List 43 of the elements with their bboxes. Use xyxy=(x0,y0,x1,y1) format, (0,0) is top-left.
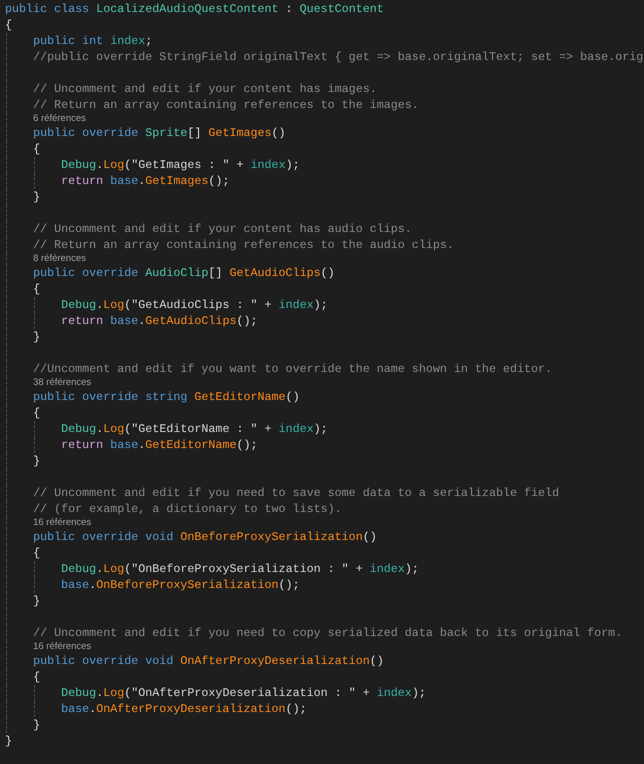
code-line: { xyxy=(5,17,12,33)
code-comment: // Uncomment and edit if you need to copy serialized data back to its original form. xyxy=(33,625,622,641)
code-line: public override void OnBeforeProxySerialization() xyxy=(33,529,377,545)
code-line: Debug.Log("GetEditorName : " + index); xyxy=(61,421,328,437)
code-line: public override string GetEditorName() xyxy=(33,389,300,405)
code-line: } xyxy=(33,189,40,205)
code-line: { xyxy=(33,669,40,685)
reference-count-link[interactable]: 6 références xyxy=(33,113,86,125)
code-line: Debug.Log("OnBeforeProxySerialization : " + index); xyxy=(61,561,419,577)
reference-count-link[interactable]: 16 références xyxy=(33,517,92,529)
code-line: return base.GetEditorName(); xyxy=(61,437,258,453)
code-comment: // Return an array containing references to the images. xyxy=(33,97,419,113)
code-line: { xyxy=(33,405,40,421)
code-comment: //public override StringField originalText { get => base.originalText; set => base.orig xyxy=(33,49,644,65)
code-comment: // Uncomment and edit if you need to save some data to a serializable field xyxy=(33,485,560,501)
code-line: { xyxy=(33,141,40,157)
code-line: base.OnAfterProxyDeserialization(); xyxy=(61,701,307,717)
code-line: public override Sprite[] GetImages() xyxy=(33,125,286,141)
code-line: base.OnBeforeProxySerialization(); xyxy=(61,577,300,593)
code-line: return base.GetImages(); xyxy=(61,173,230,189)
code-line: Debug.Log("OnAfterProxyDeserialization : " + index); xyxy=(61,685,426,701)
code-line: { xyxy=(33,281,40,297)
code-line: { xyxy=(33,545,40,561)
reference-count-link[interactable]: 8 références xyxy=(33,253,86,265)
code-line: } xyxy=(33,453,40,469)
code-line: public override void OnAfterProxyDeserialization() xyxy=(33,653,384,669)
code-line: return base.GetAudioClips(); xyxy=(61,313,258,329)
reference-count-link[interactable]: 16 références xyxy=(33,641,92,653)
reference-count-link[interactable]: 38 références xyxy=(33,377,92,389)
code-line: } xyxy=(33,717,40,733)
code-comment: // (for example, a dictionary to two lists). xyxy=(33,501,342,517)
code-comment: //Uncomment and edit if you want to override the name shown in the editor. xyxy=(33,361,552,377)
code-comment: // Uncomment and edit if your content has audio clips. xyxy=(33,221,412,237)
code-comment: // Return an array containing references to the audio clips. xyxy=(33,237,454,253)
code-line: Debug.Log("GetAudioClips : " + index); xyxy=(61,297,328,313)
code-line: } xyxy=(33,329,40,345)
code-line: public override AudioClip[] GetAudioClips() xyxy=(33,265,335,281)
code-line: } xyxy=(33,593,40,609)
code-line: } xyxy=(5,733,12,749)
code-line: Debug.Log("GetImages : " + index); xyxy=(61,157,300,173)
code-line: public class LocalizedAudioQuestContent : QuestContent xyxy=(5,1,384,17)
code-line: public int index; xyxy=(33,33,152,49)
code-comment: // Uncomment and edit if your content has images. xyxy=(33,81,377,97)
